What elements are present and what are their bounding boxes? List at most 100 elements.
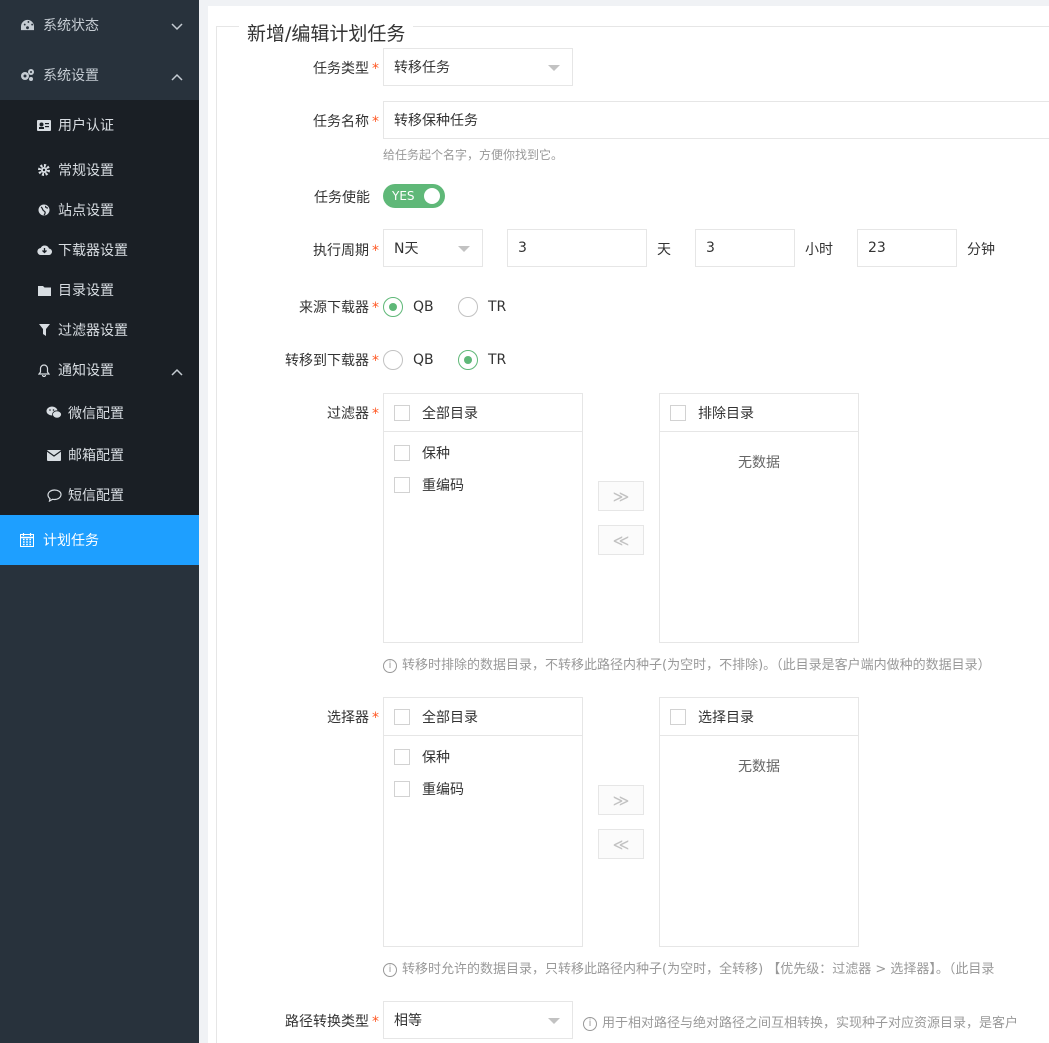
folder-icon — [36, 285, 52, 296]
period-hours-input[interactable]: 3 — [695, 229, 795, 267]
move-left-button[interactable]: ≪ — [598, 829, 644, 859]
sidebar-item-label: 通知设置 — [58, 363, 114, 379]
task-enable-switch[interactable]: YES — [383, 184, 445, 208]
radio-unchecked-icon — [383, 350, 403, 370]
required-mark: * — [372, 243, 379, 259]
checkbox-icon[interactable] — [670, 708, 686, 725]
task-name-input[interactable]: 转移保种任务 — [383, 101, 1049, 139]
envelope-icon — [46, 449, 62, 461]
required-mark: * — [372, 114, 379, 130]
target-radio-qb[interactable]: QB — [383, 350, 434, 370]
sidebar-item-label: 常规设置 — [58, 163, 114, 179]
sidebar-item-wechat[interactable]: 微信配置 — [0, 390, 199, 435]
settings-submenu: 用户认证 常规设置 站点设置 下载器设置 目录设置 过滤器设置 通知设置 微信配… — [0, 100, 199, 515]
form-panel: 新增/编辑计划任务 任务类型 * 转移任务 任务名称 * 转移保种任务 给任务起个名… — [208, 6, 1049, 1043]
chevron-down-icon — [171, 19, 183, 35]
list-item[interactable]: 保种 — [384, 741, 582, 773]
main-content: 新增/编辑计划任务 任务类型 * 转移任务 任务名称 * 转移保种任务 给任务起个名… — [199, 0, 1049, 1043]
move-left-button[interactable]: ≪ — [598, 525, 644, 555]
sidebar-item-label: 短信配置 — [68, 488, 124, 504]
sidebar: 系统状态 系统设置 用户认证 常规设置 站点设置 下载器设置 目录设置 过滤器设… — [0, 0, 199, 1043]
required-mark: * — [372, 61, 379, 77]
filter-label: 过滤器 * — [199, 403, 379, 423]
id-card-icon — [36, 119, 52, 131]
item-label: 保种 — [422, 446, 450, 462]
selector-target-list: 选择目录 无数据 — [659, 697, 859, 947]
list-header[interactable]: 排除目录 — [660, 394, 858, 432]
checkbox-icon[interactable] — [394, 708, 410, 725]
checkbox-icon[interactable] — [394, 749, 410, 765]
period-mode-value: N天 — [394, 241, 419, 257]
move-right-button[interactable]: ≫ — [598, 785, 644, 815]
gear-icon — [36, 164, 52, 176]
checkbox-icon[interactable] — [394, 404, 410, 421]
required-mark: * — [372, 1014, 379, 1030]
sidebar-item-label: 目录设置 — [58, 283, 114, 299]
task-type-select[interactable]: 转移任务 — [383, 48, 573, 86]
sidebar-item-downloaders[interactable]: 下载器设置 — [0, 230, 199, 270]
globe-icon — [36, 204, 52, 216]
sidebar-item-filters[interactable]: 过滤器设置 — [0, 310, 199, 350]
sidebar-item-sms[interactable]: 短信配置 — [0, 475, 199, 515]
menu-system-settings[interactable]: 系统设置 — [0, 50, 199, 100]
list-title: 选择目录 — [698, 709, 754, 726]
list-item[interactable]: 重编码 — [384, 469, 582, 501]
menu-system-status[interactable]: 系统状态 — [0, 0, 199, 50]
path-convert-label: 路径转换类型 * — [199, 1011, 379, 1031]
switch-knob — [424, 188, 440, 204]
info-icon: i — [383, 658, 397, 673]
selector-label: 选择器 * — [199, 707, 379, 727]
sidebar-item-sites[interactable]: 站点设置 — [0, 190, 199, 230]
radio-label: TR — [488, 352, 507, 368]
menu-system-status-label: 系统状态 — [43, 18, 99, 34]
radio-label: TR — [488, 299, 507, 315]
period-minutes-input[interactable]: 23 — [857, 229, 957, 267]
move-right-button[interactable]: ≫ — [598, 481, 644, 511]
list-title: 排除目录 — [698, 405, 754, 422]
days-value: 3 — [518, 240, 527, 256]
page-title: 新增/编辑计划任务 — [239, 19, 414, 46]
hours-value: 3 — [706, 240, 715, 256]
sidebar-item-label: 站点设置 — [58, 203, 114, 219]
task-name-label: 任务名称 * — [199, 111, 379, 131]
period-days-input[interactable]: 3 — [507, 229, 647, 267]
item-label: 保种 — [422, 750, 450, 766]
menu-system-settings-label: 系统设置 — [43, 68, 99, 84]
caret-down-icon — [548, 65, 560, 71]
checkbox-icon[interactable] — [670, 404, 686, 421]
label-text: 选择器 — [327, 710, 369, 726]
list-item[interactable]: 保种 — [384, 437, 582, 469]
required-mark: * — [372, 353, 379, 369]
source-radio-tr[interactable]: TR — [458, 297, 506, 317]
radio-label: QB — [413, 352, 434, 368]
filter-source-list: 全部目录 保种 重编码 — [383, 393, 583, 643]
filter-icon — [36, 324, 52, 336]
list-item[interactable]: 重编码 — [384, 773, 582, 805]
sidebar-item-label: 微信配置 — [68, 405, 124, 422]
period-mode-select[interactable]: N天 — [383, 229, 483, 267]
radio-unchecked-icon — [458, 297, 478, 317]
target-radio-tr[interactable]: TR — [458, 350, 506, 370]
item-label: 重编码 — [422, 478, 464, 494]
source-radio-qb[interactable]: QB — [383, 297, 434, 317]
task-name-hint: 给任务起个名字，方便你找到它。 — [383, 148, 564, 162]
dashboard-icon — [18, 19, 36, 32]
empty-text: 无数据 — [738, 455, 780, 471]
task-enable-label: 任务使能 — [314, 190, 370, 206]
checkbox-icon[interactable] — [394, 477, 410, 493]
sidebar-item-notifications[interactable]: 通知设置 — [0, 350, 199, 390]
list-header[interactable]: 选择目录 — [660, 698, 858, 736]
list-header[interactable]: 全部目录 — [384, 394, 582, 432]
checkbox-icon[interactable] — [394, 781, 410, 797]
task-type-value: 转移任务 — [394, 60, 450, 76]
checkbox-icon[interactable] — [394, 445, 410, 461]
sidebar-item-email[interactable]: 邮箱配置 — [0, 435, 199, 475]
list-header[interactable]: 全部目录 — [384, 698, 582, 736]
sidebar-item-directories[interactable]: 目录设置 — [0, 270, 199, 310]
sidebar-item-general[interactable]: 常规设置 — [0, 150, 199, 190]
label-text: 执行周期 — [313, 243, 369, 259]
sidebar-item-user-auth[interactable]: 用户认证 — [0, 100, 199, 150]
required-mark: * — [372, 406, 379, 422]
path-convert-select[interactable]: 相等 — [383, 1001, 573, 1039]
menu-scheduled-tasks[interactable]: 计划任务 — [0, 515, 199, 565]
